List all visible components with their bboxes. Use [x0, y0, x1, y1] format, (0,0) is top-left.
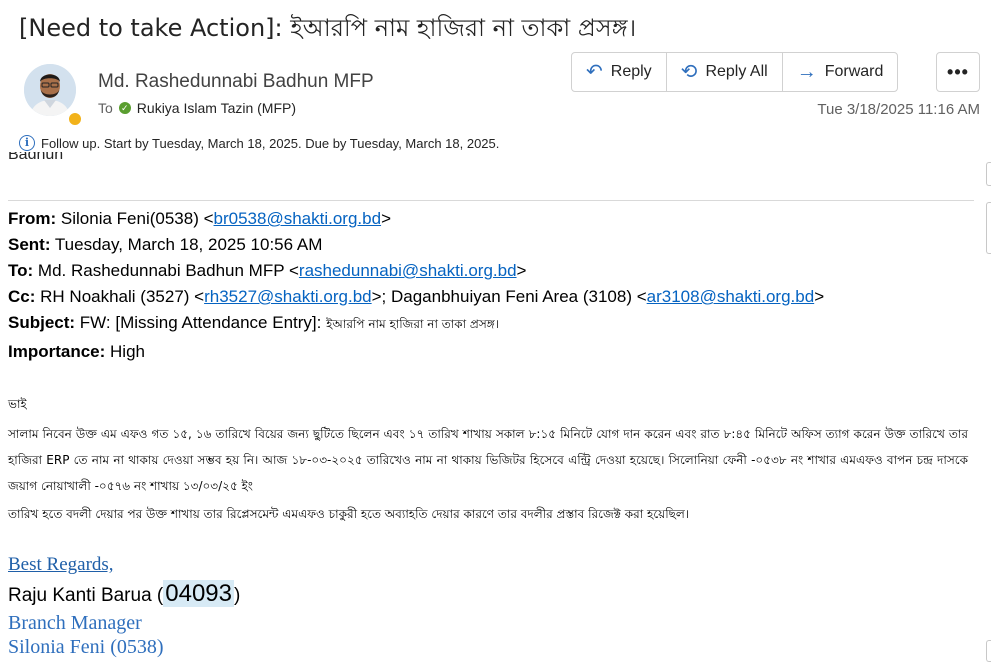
- fw-sent-label: Sent:: [8, 235, 51, 254]
- signature-regards: Best Regards,: [8, 554, 114, 575]
- reply-all-arrow-icon: ⟲: [680, 61, 698, 83]
- fw-importance-line: Importance: High: [8, 342, 145, 362]
- scrollbar-segment-top[interactable]: [986, 162, 991, 186]
- signature-id-highlight: 04093: [163, 580, 234, 607]
- scrollbar-segment[interactable]: [986, 202, 991, 254]
- received-date: Tue 3/18/2025 11:16 AM: [817, 101, 980, 118]
- fw-cc-mid: >; Daganbhuiyan Feni Area (3108) <: [371, 287, 647, 306]
- body-greeting: ভাই: [8, 397, 27, 411]
- fw-to-line: To: Md. Rashedunnabi Badhun MFP <rashedu…: [8, 261, 526, 281]
- body-paragraph-2: তারিখ হতে বদলী দেয়ার পর উক্ত শাখায় তার…: [8, 507, 690, 521]
- fw-cc-end: >: [814, 287, 825, 306]
- fw-cc-email2-link[interactable]: ar3108@shakti.org.bd: [647, 287, 815, 306]
- fw-subject-bn: ইআরপি নাম হাজিরা না তাকা প্রসঙ্গ।: [326, 317, 500, 331]
- reply-arrow-icon: ↶: [586, 61, 603, 83]
- scrollbar-segment-bottom[interactable]: [986, 640, 991, 662]
- fw-subject-label: Subject:: [8, 313, 76, 332]
- fw-cc-line: Cc: RH Noakhali (3527) <rh3527@shakti.or…: [8, 287, 824, 307]
- info-icon: i: [19, 135, 35, 151]
- reply-all-button[interactable]: ⟲ Reply All: [667, 53, 783, 91]
- fw-sent-line: Sent: Tuesday, March 18, 2025 10:56 AM: [8, 235, 322, 255]
- fw-subject-prefix: FW: [Missing Attendance Entry]:: [79, 313, 327, 332]
- presence-available-icon: ✓: [118, 102, 131, 114]
- clipped-text: Badhun: [8, 152, 63, 168]
- recipient-line: To ✓ Rukiya Islam Tazin (MFP): [98, 100, 296, 116]
- sender-avatar[interactable]: [24, 64, 76, 116]
- fw-to-label: To:: [8, 261, 34, 280]
- presence-away-icon: [67, 111, 83, 127]
- clipped-text-content: Badhun: [8, 152, 64, 163]
- fw-importance-value: High: [110, 342, 145, 361]
- avatar-photo: [24, 64, 76, 116]
- fw-from-name: Silonia Feni(0538) <: [60, 209, 214, 228]
- fw-sent-value: Tuesday, March 18, 2025 10:56 AM: [54, 235, 323, 254]
- signature-name: Raju Kanti Barua (04093): [8, 580, 240, 608]
- recipient-name[interactable]: Rukiya Islam Tazin (MFP): [137, 100, 296, 116]
- followup-text: Follow up. Start by Tuesday, March 18, 2…: [41, 135, 500, 151]
- body-paragraph: সালাম নিবেন উক্ত এম এফও গত ১৫, ১৬ তারিখে…: [8, 427, 968, 493]
- sender-name[interactable]: Md. Rashedunnabi Badhun MFP: [98, 71, 374, 93]
- forward-button[interactable]: → Forward: [783, 53, 898, 91]
- reply-button[interactable]: ↶ Reply: [572, 53, 667, 91]
- fw-to-end: >: [516, 261, 527, 280]
- signature-name-text: Raju Kanti Barua (: [8, 585, 164, 606]
- fw-cc-email1-link[interactable]: rh3527@shakti.org.bd: [204, 287, 372, 306]
- header-separator: [8, 200, 974, 201]
- forward-arrow-icon: →: [796, 61, 817, 83]
- fw-cc-name1: RH Noakhali (3527) <: [40, 287, 205, 306]
- message-actions: ↶ Reply ⟲ Reply All → Forward: [571, 52, 899, 92]
- fw-cc-label: Cc:: [8, 287, 36, 306]
- signature-title: Branch Manager: [8, 612, 142, 634]
- fw-importance-label: Importance:: [8, 342, 106, 361]
- followup-flag: i Follow up. Start by Tuesday, March 18,…: [19, 135, 499, 151]
- to-label: To: [98, 100, 113, 116]
- fw-from-label: From:: [8, 209, 57, 228]
- fw-subject-line: Subject: FW: [Missing Attendance Entry]:…: [8, 313, 499, 336]
- more-actions-button[interactable]: •••: [936, 52, 980, 92]
- fw-to-name: Md. Rashedunnabi Badhun MFP <: [37, 261, 299, 280]
- signature-branch: Silonia Feni (0538): [8, 636, 164, 658]
- reply-all-label: Reply All: [705, 63, 768, 80]
- fw-from-email-link[interactable]: br0538@shakti.org.bd: [214, 209, 382, 228]
- signature-name-end: ): [234, 585, 241, 606]
- reply-label: Reply: [610, 63, 652, 80]
- email-subject: [Need to take Action]: ইআরপি নাম হাজিরা …: [19, 14, 637, 42]
- fw-from-line: From: Silonia Feni(0538) <br0538@shakti.…: [8, 209, 391, 229]
- forward-label: Forward: [824, 63, 884, 80]
- fw-to-email-link[interactable]: rashedunnabi@shakti.org.bd: [299, 261, 517, 280]
- fw-from-end: >: [381, 209, 391, 228]
